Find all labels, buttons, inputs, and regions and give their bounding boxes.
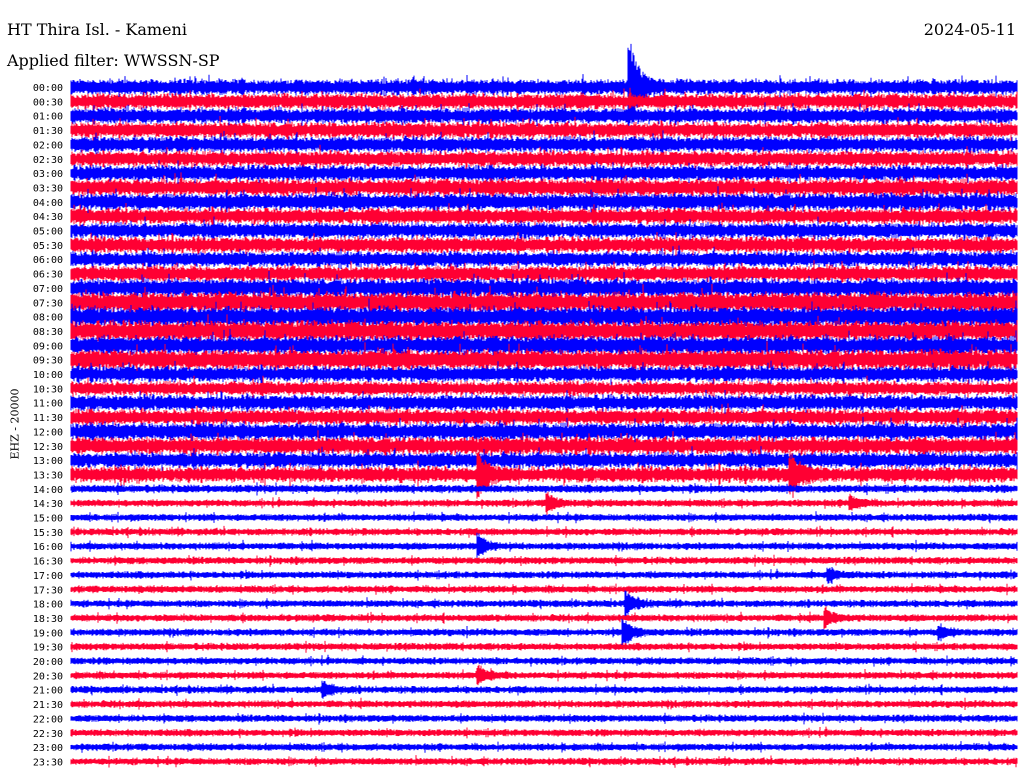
row-time-label: 14:00	[33, 485, 63, 496]
trace-row	[70, 741, 1018, 753]
row-time-label: 11:30	[33, 413, 63, 424]
row-time-label: 07:00	[33, 284, 63, 295]
trace-row	[70, 525, 1018, 539]
row-time-label: 02:00	[33, 140, 63, 151]
row-time-label: 06:00	[33, 255, 63, 266]
row-time-label: 12:30	[33, 442, 63, 453]
helicorder: HT Thira Isl. - Kameni Applied filter: W…	[0, 0, 1024, 780]
row-time-label: 04:00	[33, 198, 63, 209]
row-time-label: 17:00	[33, 571, 63, 582]
row-time-label: 21:00	[33, 686, 63, 697]
row-time-label: 23:00	[33, 743, 63, 754]
trace-row	[70, 511, 1018, 524]
trace-row	[70, 664, 1018, 686]
trace-row	[70, 567, 1018, 584]
row-time-label: 17:30	[33, 585, 63, 596]
row-time-label: 18:00	[33, 600, 63, 611]
row-time-label: 11:00	[33, 399, 63, 410]
row-time-label: 06:30	[33, 270, 63, 281]
row-time-label: 05:00	[33, 227, 63, 238]
trace-row	[70, 697, 1018, 710]
row-time-label: 01:00	[33, 112, 63, 123]
row-time-label: 22:30	[33, 729, 63, 740]
row-time-label: 19:30	[33, 643, 63, 654]
row-time-label: 08:30	[33, 327, 63, 338]
trace-row	[70, 606, 1018, 629]
row-time-label: 14:30	[33, 499, 63, 510]
row-time-label: 12:00	[33, 427, 63, 438]
row-time-label: 03:00	[33, 169, 63, 180]
trace-row	[70, 554, 1018, 567]
trace-row	[70, 712, 1018, 725]
row-time-label: 19:00	[33, 628, 63, 639]
trace-row	[70, 618, 1018, 648]
row-time-label: 03:30	[33, 183, 63, 194]
row-time-label: 05:30	[33, 241, 63, 252]
row-time-label: 23:30	[33, 757, 63, 768]
row-time-label: 16:30	[33, 557, 63, 568]
trace-row	[70, 680, 1018, 699]
trace-row	[70, 726, 1018, 739]
row-time-label: 21:30	[33, 700, 63, 711]
row-time-label: 15:00	[33, 514, 63, 525]
trace-row	[70, 491, 1018, 515]
row-time-label: 09:00	[33, 341, 63, 352]
row-time-label: 18:30	[33, 614, 63, 625]
trace-row	[70, 482, 1018, 496]
trace-row	[70, 590, 1018, 620]
row-time-label: 08:00	[33, 313, 63, 324]
row-time-label: 07:30	[33, 298, 63, 309]
row-time-label: 10:30	[33, 384, 63, 395]
row-time-label: 01:30	[33, 126, 63, 137]
trace-row	[70, 640, 1018, 653]
row-time-label: 20:00	[33, 657, 63, 668]
row-time-label: 13:30	[33, 470, 63, 481]
trace-row	[70, 654, 1018, 667]
row-time-label: 00:00	[33, 83, 63, 94]
row-time-label: 04:30	[33, 212, 63, 223]
row-time-label: 10:00	[33, 370, 63, 381]
row-time-label: 02:30	[33, 155, 63, 166]
trace-row	[70, 532, 1018, 560]
row-time-label: 22:00	[33, 714, 63, 725]
seismogram-plot: 00:00 00:30 01:00 01:30 02:00 02:30 03:00 03:30…	[33, 43, 1018, 768]
row-time-label: 15:30	[33, 528, 63, 539]
row-time-label: 16:00	[33, 542, 63, 553]
row-time-label: 20:30	[33, 671, 63, 682]
trace-row	[70, 583, 1018, 596]
row-time-label: 09:30	[33, 356, 63, 367]
row-time-label: 13:00	[33, 456, 63, 467]
row-time-label: 00:30	[33, 97, 63, 108]
trace-row	[70, 755, 1018, 768]
